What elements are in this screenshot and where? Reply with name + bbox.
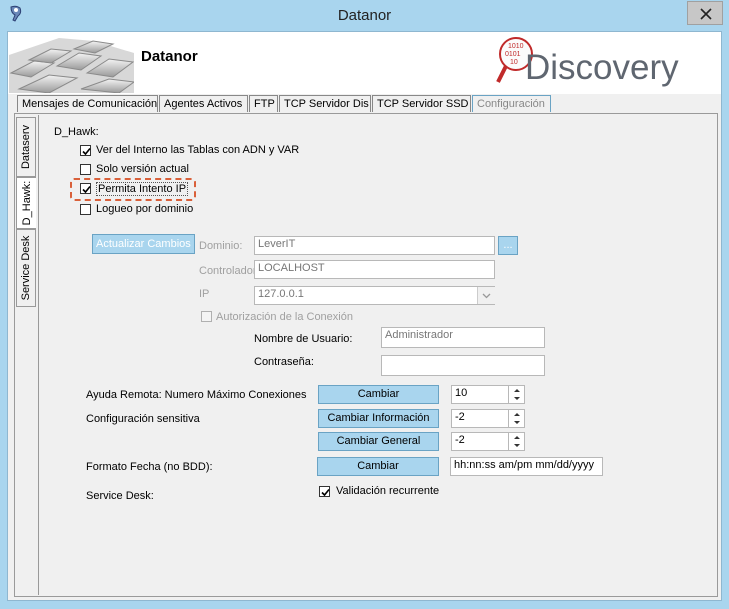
label-formato-fecha: Formato Fecha (no BDD): bbox=[86, 461, 213, 473]
ip-select[interactable]: 127.0.0.1 bbox=[254, 286, 495, 305]
cambiar-info-button[interactable]: Cambiar Información bbox=[318, 409, 439, 428]
label-solo-version: Solo versión actual bbox=[96, 163, 189, 175]
label-permita-ip: Permita Intento IP bbox=[96, 182, 189, 196]
spin-arrows-icon bbox=[514, 389, 520, 400]
svg-text:1010: 1010 bbox=[508, 43, 524, 50]
checkbox-permita-ip[interactable] bbox=[80, 183, 91, 194]
tab-agentes[interactable]: Agentes Activos bbox=[159, 95, 248, 112]
label-autorizacion: Autorización de la Conexión bbox=[216, 311, 353, 323]
keyboard-image bbox=[9, 33, 136, 94]
browse-button[interactable]: ... bbox=[498, 236, 518, 255]
checkbox-ver-interno[interactable] bbox=[80, 145, 91, 156]
close-icon bbox=[700, 8, 712, 20]
tab-mensajes[interactable]: Mensajes de Comunicación bbox=[17, 95, 158, 112]
spin-arrows-icon bbox=[514, 413, 520, 424]
brand-text: Discovery bbox=[525, 48, 679, 87]
cambiar-remote-button[interactable]: Cambiar bbox=[318, 385, 439, 404]
check-icon bbox=[82, 185, 91, 194]
label-ayuda-remota: Ayuda Remota: Numero Máximo Conexiones bbox=[86, 389, 307, 401]
usuario-input[interactable]: Administrador bbox=[381, 327, 545, 348]
checkbox-logueo-dominio[interactable] bbox=[80, 204, 91, 215]
cambiar-general-button[interactable]: Cambiar General bbox=[318, 432, 439, 451]
ip-dropdown-button[interactable] bbox=[477, 287, 495, 304]
label-config-sensitiva: Configuración sensitiva bbox=[86, 413, 200, 425]
cambiar-fecha-button[interactable]: Cambiar bbox=[317, 457, 439, 476]
label-controlador: Controlador bbox=[199, 265, 257, 277]
sensitive-general-spin[interactable] bbox=[508, 432, 524, 451]
remote-max-value: 10 bbox=[455, 387, 468, 399]
vtab-dhawk[interactable]: D_Hawk: bbox=[16, 177, 36, 229]
label-usuario: Nombre de Usuario: bbox=[254, 333, 353, 345]
label-ver-interno: Ver del Interno las Tablas con ADN y VAR bbox=[96, 144, 300, 156]
label-service-desk: Service Desk: bbox=[86, 490, 154, 502]
label-logueo-dominio: Logueo por dominio bbox=[96, 203, 194, 215]
check-icon bbox=[82, 147, 91, 156]
app-name: Datanor bbox=[141, 48, 198, 65]
label-dominio: Dominio: bbox=[199, 240, 243, 252]
apply-changes-button[interactable]: Actualizar Cambios bbox=[92, 234, 195, 254]
tab-ftp[interactable]: FTP bbox=[249, 95, 278, 112]
close-button[interactable] bbox=[687, 1, 723, 25]
label-ip: IP bbox=[199, 288, 210, 300]
tab-configuracion[interactable]: Configuración bbox=[472, 95, 551, 112]
spin-arrows-icon bbox=[514, 436, 520, 447]
remote-spin[interactable] bbox=[508, 385, 524, 404]
sensitive-info-value: -2 bbox=[455, 411, 465, 423]
label-contrasena: Contraseña: bbox=[254, 356, 314, 368]
vtab-dataserv[interactable]: Dataserv bbox=[16, 117, 36, 177]
check-icon bbox=[321, 488, 330, 497]
controlador-input[interactable]: LOCALHOST bbox=[254, 260, 495, 279]
contrasena-input[interactable] bbox=[381, 355, 545, 376]
window-title: Datanor bbox=[337, 7, 392, 24]
ip-value: 127.0.0.1 bbox=[258, 288, 304, 300]
label-validacion: Validación recurrente bbox=[336, 485, 440, 497]
checkbox-solo-version[interactable] bbox=[80, 164, 91, 175]
svg-text:0101: 0101 bbox=[505, 51, 521, 58]
fecha-format-input[interactable]: hh:nn:ss am/pm mm/dd/yyyy bbox=[450, 457, 603, 476]
chevron-down-icon bbox=[482, 293, 491, 299]
dhawk-section-label: D_Hawk: bbox=[54, 126, 99, 138]
vtab-service-desk[interactable]: Service Desk bbox=[16, 229, 36, 307]
sensitive-general-value: -2 bbox=[455, 434, 465, 446]
checkbox-autorizacion[interactable] bbox=[201, 311, 212, 322]
dominio-input[interactable]: LeverIT bbox=[254, 236, 495, 255]
tab-tcp-ssd[interactable]: TCP Servidor SSD bbox=[372, 95, 471, 112]
svg-text:10: 10 bbox=[510, 59, 518, 66]
checkbox-validacion[interactable] bbox=[319, 486, 330, 497]
sensitive-info-spin[interactable] bbox=[508, 409, 524, 428]
tab-tcp-dis[interactable]: TCP Servidor Dis bbox=[279, 95, 371, 112]
